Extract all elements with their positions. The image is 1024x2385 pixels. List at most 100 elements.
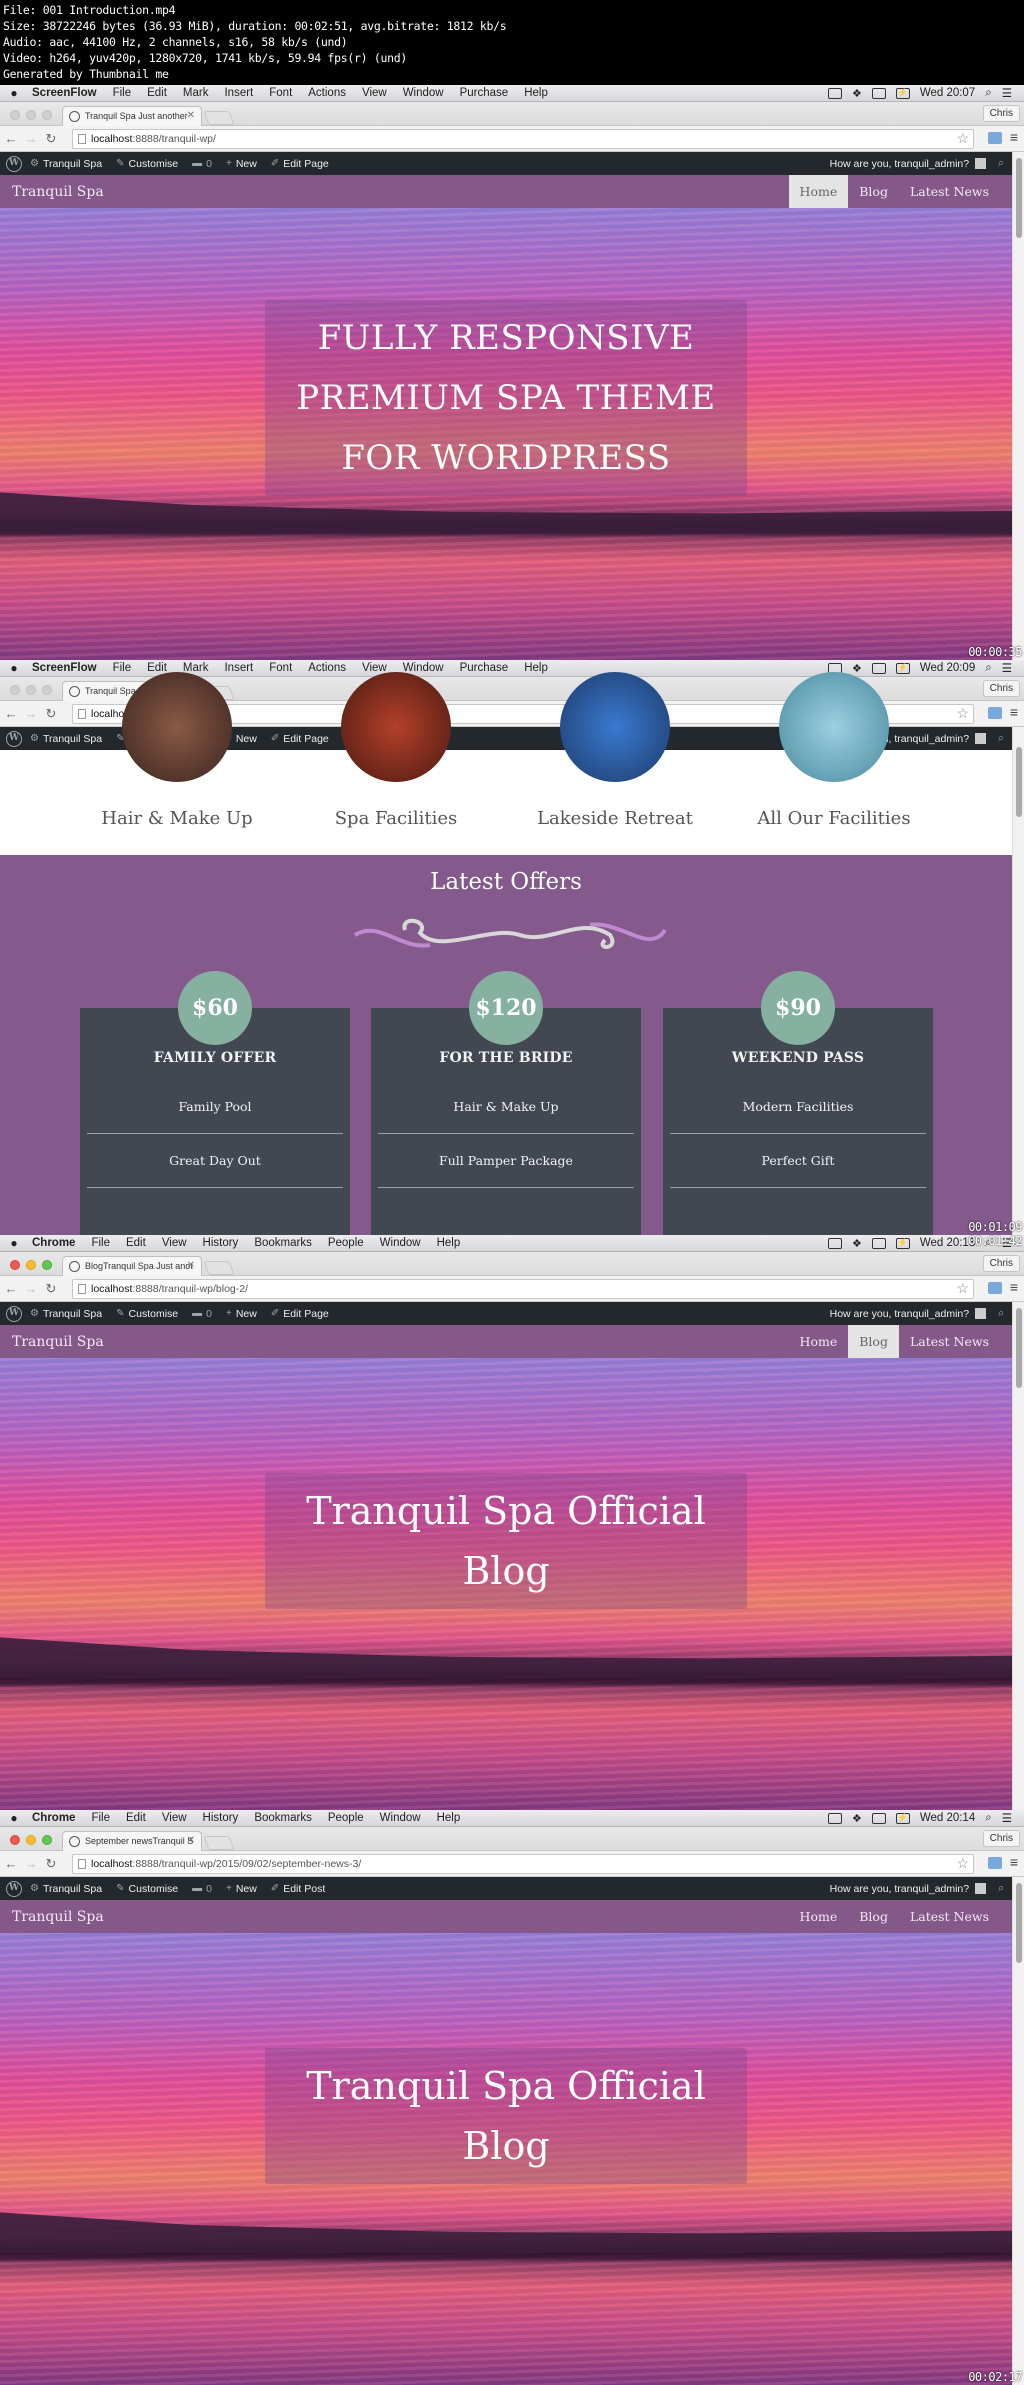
wp-site-link[interactable]: ⚙ Tranquil Spa (30, 733, 102, 745)
wordpress-logo-icon[interactable]: W (6, 730, 22, 747)
menu-item[interactable]: Edit (118, 1812, 154, 1824)
wp-customise-link[interactable]: ✎Customise (116, 158, 178, 170)
apple-icon[interactable]: ● (0, 1236, 28, 1250)
menu-item[interactable]: Help (429, 1237, 469, 1249)
camera-icon[interactable] (871, 1812, 886, 1824)
forward-icon[interactable]: → (22, 1281, 40, 1296)
menu-item[interactable]: File (105, 662, 140, 674)
chrome-menu-icon[interactable]: ≡ (1010, 704, 1018, 720)
menu-item[interactable]: Insert (216, 662, 261, 674)
menu-item[interactable]: Window (395, 87, 452, 99)
menu-item[interactable]: History (195, 1237, 247, 1249)
wp-edit-link[interactable]: ✐ Edit Page (271, 733, 329, 745)
nav-latest-news[interactable]: Latest News (899, 175, 1000, 208)
menu-item[interactable]: View (154, 1237, 195, 1249)
menu-item[interactable]: Purchase (452, 87, 517, 99)
browser-tab[interactable]: September newsTranquil S ✕ (62, 1831, 202, 1851)
wp-new-link[interactable]: +New (226, 1308, 257, 1320)
bookmark-star-icon[interactable]: ☆ (956, 1855, 969, 1872)
extension-icon[interactable] (988, 707, 1002, 719)
menu-item[interactable]: File (83, 1812, 118, 1824)
wp-site-link[interactable]: ⚙ Tranquil Spa (30, 158, 102, 170)
wp-site-link[interactable]: ⚙ Tranquil Spa (30, 1308, 102, 1320)
apple-icon[interactable]: ● (0, 1811, 28, 1825)
bookmark-star-icon[interactable]: ☆ (956, 130, 969, 147)
nav-latest-news[interactable]: Latest News (899, 1325, 1000, 1358)
clock[interactable]: Wed 20:07 (920, 87, 975, 99)
avatar[interactable] (975, 733, 987, 744)
reload-icon[interactable]: ↻ (42, 131, 60, 147)
facility-item[interactable]: All Our Facilities (724, 672, 944, 829)
page-scrollbar[interactable] (1012, 1877, 1024, 2385)
wp-customise-link[interactable]: ✎Customise (116, 1883, 178, 1895)
zoom-window-button[interactable] (42, 1835, 52, 1845)
spotlight-icon[interactable]: ⌕ (985, 662, 991, 675)
dropbox-icon[interactable]: ❖ (852, 662, 862, 675)
offer-card[interactable]: $60 FAMILY OFFER Family Pool Great Day O… (80, 971, 350, 1235)
wordpress-logo-icon[interactable]: W (6, 1305, 22, 1322)
menu-app-name[interactable]: Chrome (28, 1812, 83, 1824)
reload-icon[interactable]: ↻ (42, 1856, 60, 1872)
minimize-window-button[interactable] (26, 1260, 36, 1270)
profile-button[interactable]: Chris (982, 1830, 1020, 1847)
wp-customise-link[interactable]: ✎Customise (116, 1308, 178, 1320)
menu-item[interactable]: People (320, 1237, 372, 1249)
close-tab-icon[interactable]: ✕ (187, 1835, 195, 1846)
page-scrollbar[interactable] (1012, 727, 1024, 1235)
wp-search-icon[interactable]: ⌕ (998, 732, 1004, 745)
menu-item[interactable]: Help (516, 87, 556, 99)
clock[interactable]: Wed 20:09 (920, 662, 975, 674)
zoom-window-button[interactable] (42, 1260, 52, 1270)
clock[interactable]: Wed 20:13 (920, 1237, 975, 1249)
battery-icon[interactable]: ⚡ (895, 87, 910, 99)
avatar[interactable] (975, 1883, 987, 1894)
nav-blog[interactable]: Blog (848, 1325, 899, 1358)
wp-greeting[interactable]: How are you, tranquil_admin? (830, 1883, 970, 1895)
wp-new-link[interactable]: +New (226, 158, 257, 170)
wp-edit-link[interactable]: ✐ Edit Page (271, 158, 329, 170)
browser-tab[interactable]: Tranquil Spa Just another ✕ (62, 106, 202, 126)
profile-button[interactable]: Chris (982, 105, 1020, 122)
menu-item[interactable]: Bookmarks (246, 1812, 320, 1824)
menu-item[interactable]: Mark (175, 87, 217, 99)
nav-blog[interactable]: Blog (848, 175, 899, 208)
close-window-button[interactable] (10, 1260, 20, 1270)
nav-latest-news[interactable]: Latest News (899, 1900, 1000, 1933)
browser-tab[interactable]: BlogTranquil Spa Just anot ✕ (62, 1256, 202, 1276)
minimize-window-button[interactable] (26, 1835, 36, 1845)
notification-center-icon[interactable]: ☰ (1002, 86, 1012, 100)
menu-item[interactable]: File (83, 1237, 118, 1249)
airplay-icon[interactable] (827, 1237, 842, 1249)
close-window-button[interactable] (10, 685, 20, 695)
close-tab-icon[interactable]: ✕ (187, 110, 195, 121)
nav-home[interactable]: Home (789, 1900, 849, 1933)
avatar[interactable] (975, 158, 987, 169)
nav-home[interactable]: Home (788, 175, 849, 208)
chrome-menu-icon[interactable]: ≡ (1010, 129, 1018, 145)
spotlight-icon[interactable]: ⌕ (985, 1812, 991, 1825)
menu-app-name[interactable]: ScreenFlow (28, 87, 105, 99)
facility-item[interactable]: Lakeside Retreat (505, 672, 725, 829)
wp-search-icon[interactable]: ⌕ (998, 1882, 1004, 1895)
clock[interactable]: Wed 20:14 (920, 1812, 975, 1824)
wp-comments-link[interactable]: ▬0 (192, 1308, 212, 1320)
site-title[interactable]: Tranquil Spa (12, 184, 104, 200)
notification-center-icon[interactable]: ☰ (1002, 1811, 1012, 1825)
avatar[interactable] (975, 1308, 987, 1319)
nav-blog[interactable]: Blog (848, 1900, 899, 1933)
wp-search-icon[interactable]: ⌕ (998, 1307, 1004, 1320)
menu-item[interactable]: View (354, 87, 395, 99)
menu-item[interactable]: Edit (118, 1237, 154, 1249)
airplay-icon[interactable] (827, 87, 842, 99)
menu-app-name[interactable]: Chrome (28, 1237, 83, 1249)
page-scrollbar[interactable] (1012, 152, 1024, 660)
dropbox-icon[interactable]: ❖ (852, 1237, 862, 1250)
wordpress-logo-icon[interactable]: W (6, 155, 22, 172)
zoom-window-button[interactable] (42, 685, 52, 695)
forward-icon[interactable]: → (22, 1856, 40, 1871)
facility-item[interactable]: Spa Facilities (286, 672, 506, 829)
battery-icon[interactable]: ⚡ (895, 1237, 910, 1249)
profile-button[interactable]: Chris (982, 680, 1020, 697)
wordpress-logo-icon[interactable]: W (6, 1880, 22, 1897)
back-icon[interactable]: ← (2, 1856, 20, 1871)
